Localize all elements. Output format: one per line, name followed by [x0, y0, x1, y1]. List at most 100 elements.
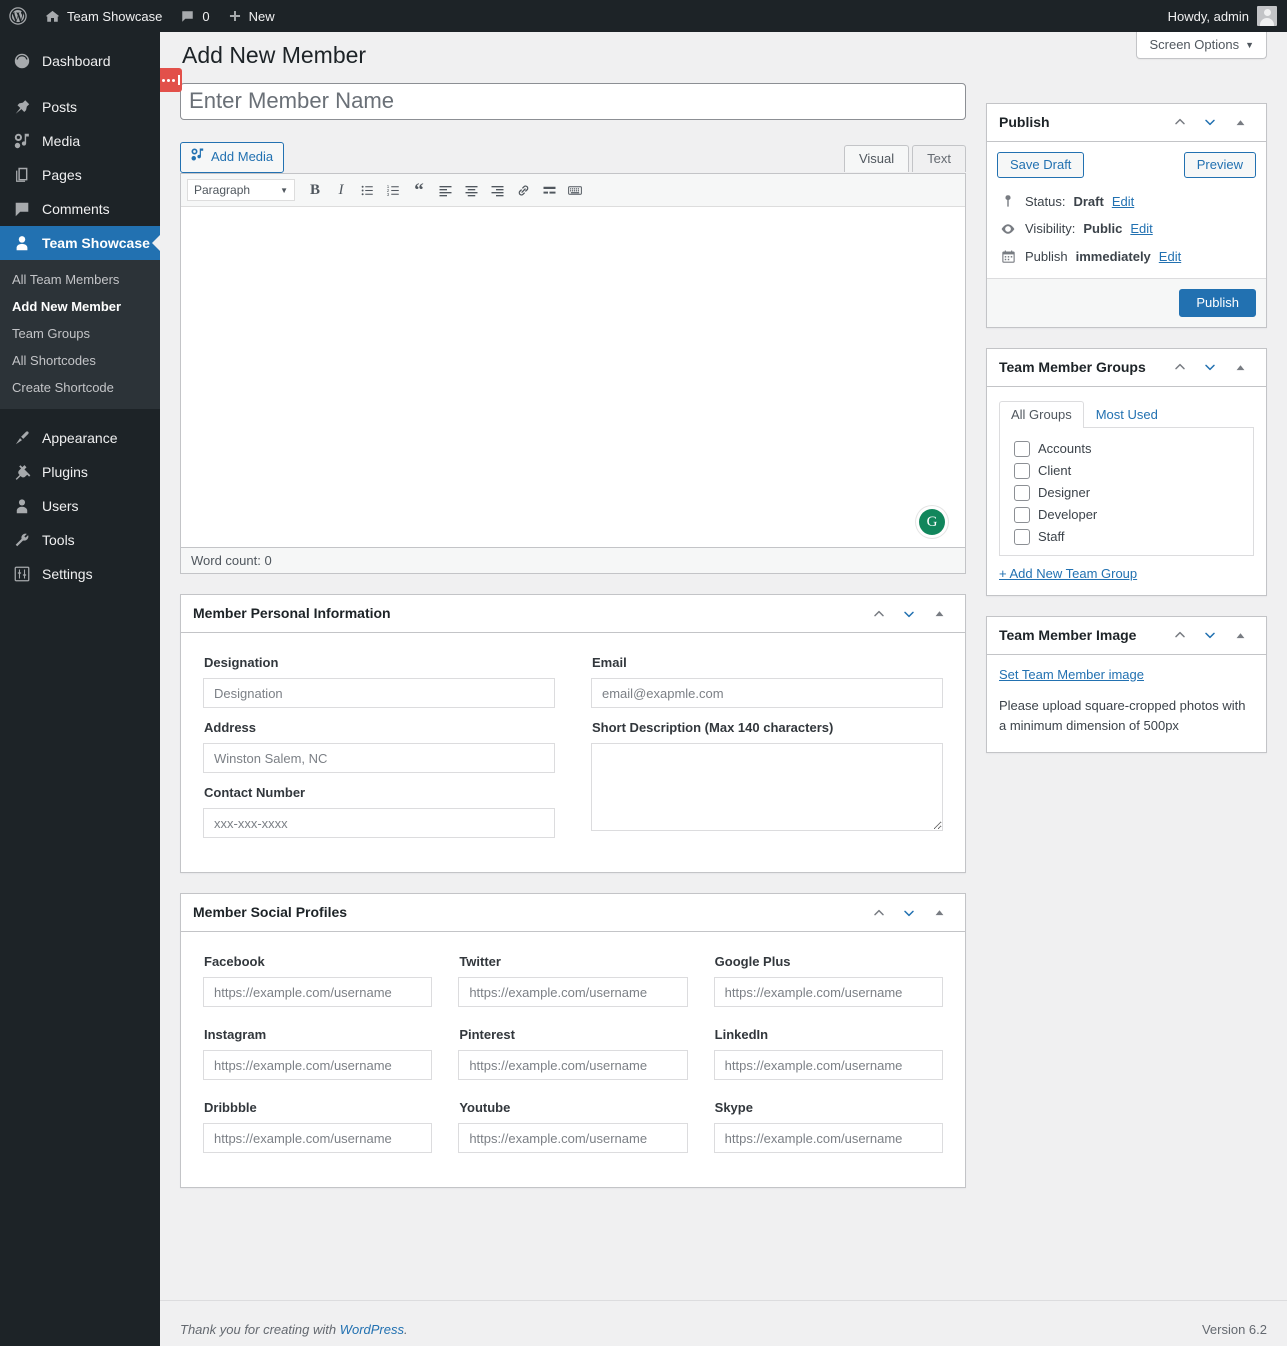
skype-input[interactable] [713, 1123, 943, 1154]
groups-tabs: All Groups Most Used [999, 400, 1254, 428]
facebook-input[interactable] [203, 977, 433, 1008]
youtube-input[interactable] [458, 1123, 688, 1154]
tab-text[interactable]: Text [912, 145, 966, 173]
site-name-menu[interactable]: Team Showcase [36, 0, 171, 32]
sidebar-item-tools[interactable]: Tools [0, 523, 160, 557]
sidebar-item-appearance[interactable]: Appearance [0, 421, 160, 455]
comments-menu[interactable]: 0 [171, 0, 218, 32]
sidebar-item-dashboard[interactable]: Dashboard [0, 44, 160, 78]
email-input[interactable] [591, 678, 943, 709]
bulleted-list-icon[interactable] [355, 179, 379, 202]
edit-status-link[interactable]: Edit [1112, 194, 1134, 209]
checkbox-icon[interactable] [1014, 440, 1030, 457]
move-down-icon[interactable] [895, 600, 923, 628]
instagram-input[interactable] [203, 1050, 433, 1081]
editor-text-area[interactable]: G [181, 207, 965, 548]
group-item-staff[interactable]: Staff [1014, 526, 1243, 548]
checkbox-icon[interactable] [1014, 528, 1030, 545]
wp-logo-menu[interactable] [0, 0, 36, 32]
move-up-icon[interactable] [1166, 621, 1194, 649]
sidebar-item-settings[interactable]: Settings [0, 557, 160, 591]
sidebar-item-users[interactable]: Users [0, 489, 160, 523]
toggle-panel-icon[interactable] [925, 600, 953, 628]
blockquote-icon[interactable]: “ [407, 179, 431, 202]
tab-most-used[interactable]: Most Used [1084, 401, 1170, 428]
sidebar-item-posts[interactable]: Posts [0, 90, 160, 124]
add-media-button[interactable]: Add Media [180, 141, 285, 174]
member-name-input[interactable] [180, 82, 966, 120]
tab-visual[interactable]: Visual [843, 145, 910, 173]
publish-button[interactable]: Publish [1179, 288, 1256, 317]
preview-button[interactable]: Preview [1183, 151, 1256, 178]
edit-publish-time-link[interactable]: Edit [1159, 249, 1181, 264]
pinterest-input[interactable] [458, 1050, 688, 1081]
move-up-icon[interactable] [865, 899, 893, 927]
sidebar-subitem-all-shortcodes[interactable]: All Shortcodes [0, 347, 160, 374]
sidebar-item-pages[interactable]: Pages [0, 158, 160, 192]
sidebar-item-comments[interactable]: Comments [0, 192, 160, 226]
paragraph-format-select[interactable]: Paragraph ▼ [187, 179, 295, 202]
linkedin-input[interactable] [713, 1050, 943, 1081]
italic-icon[interactable]: I [329, 179, 353, 202]
comment-bubble-icon [180, 9, 195, 24]
contact-number-input[interactable] [203, 808, 555, 839]
sidebar-subitem-all-team-members[interactable]: All Team Members [0, 266, 160, 293]
checkbox-icon[interactable] [1014, 506, 1030, 523]
link-icon[interactable] [511, 179, 535, 202]
sidebar-subitem-create-shortcode[interactable]: Create Shortcode [0, 374, 160, 401]
dribbble-input[interactable] [203, 1123, 433, 1154]
checkbox-icon[interactable] [1014, 484, 1030, 501]
move-up-icon[interactable] [1166, 108, 1194, 136]
sidebar-subitem-add-new-member[interactable]: Add New Member [0, 293, 160, 320]
move-down-icon[interactable] [1196, 108, 1224, 136]
edit-visibility-link[interactable]: Edit [1130, 221, 1152, 236]
short-description-textarea[interactable] [591, 743, 943, 832]
sidebar-item-label: Appearance [42, 430, 118, 446]
move-up-icon[interactable] [1166, 353, 1194, 381]
checkbox-icon[interactable] [1014, 462, 1030, 479]
menu-separator-2 [0, 409, 160, 421]
align-center-icon[interactable] [459, 179, 483, 202]
address-input[interactable] [203, 743, 555, 774]
set-team-member-image-link[interactable]: Set Team Member image [999, 667, 1144, 682]
align-right-icon[interactable] [485, 179, 509, 202]
save-draft-button[interactable]: Save Draft [997, 151, 1085, 178]
twitter-input[interactable] [458, 977, 688, 1008]
align-left-icon[interactable] [433, 179, 457, 202]
menu-notice-tab[interactable] [160, 68, 182, 92]
group-item-developer[interactable]: Developer [1014, 504, 1243, 526]
group-item-client[interactable]: Client [1014, 460, 1243, 482]
toggle-panel-icon[interactable] [1226, 621, 1254, 649]
toggle-panel-icon[interactable] [925, 899, 953, 927]
tab-all-groups[interactable]: All Groups [999, 400, 1084, 428]
group-label: Client [1038, 463, 1072, 479]
grammarly-icon[interactable]: G [919, 509, 945, 536]
move-up-icon[interactable] [865, 600, 893, 628]
wordpress-link[interactable]: WordPress [340, 1322, 404, 1337]
group-item-accounts[interactable]: Accounts [1014, 438, 1243, 460]
move-down-icon[interactable] [1196, 353, 1224, 381]
numbered-list-icon[interactable]: 123 [381, 179, 405, 202]
read-more-icon[interactable] [537, 179, 561, 202]
sidebar-item-media[interactable]: Media [0, 124, 160, 158]
move-down-icon[interactable] [895, 899, 923, 927]
my-account-menu[interactable]: Howdy, admin [1168, 6, 1287, 26]
toggle-panel-icon[interactable] [1226, 108, 1254, 136]
sidebar-subitem-team-groups[interactable]: Team Groups [0, 320, 160, 347]
new-content-menu[interactable]: New [219, 0, 284, 32]
designation-input[interactable] [203, 678, 555, 709]
sidebar-item-team-showcase[interactable]: Team Showcase [0, 226, 160, 260]
bold-icon[interactable]: B [303, 179, 327, 202]
sidebar-item-plugins[interactable]: Plugins [0, 455, 160, 489]
group-item-designer[interactable]: Designer [1014, 482, 1243, 504]
screen-options-button[interactable]: Screen Options ▼ [1136, 32, 1267, 59]
google-plus-input[interactable] [713, 977, 943, 1008]
toggle-panel-icon[interactable] [1226, 353, 1254, 381]
keyboard-shortcuts-icon[interactable] [563, 179, 587, 202]
add-media-label: Add Media [211, 149, 274, 165]
move-down-icon[interactable] [1196, 621, 1224, 649]
chevron-down-icon: ▼ [280, 185, 288, 195]
post-editor-layout: Add Media Visual Text Paragraph ▼ [180, 75, 1267, 1189]
field-facebook: Facebook [203, 946, 433, 1008]
add-new-team-group-link[interactable]: + Add New Team Group [999, 566, 1137, 581]
